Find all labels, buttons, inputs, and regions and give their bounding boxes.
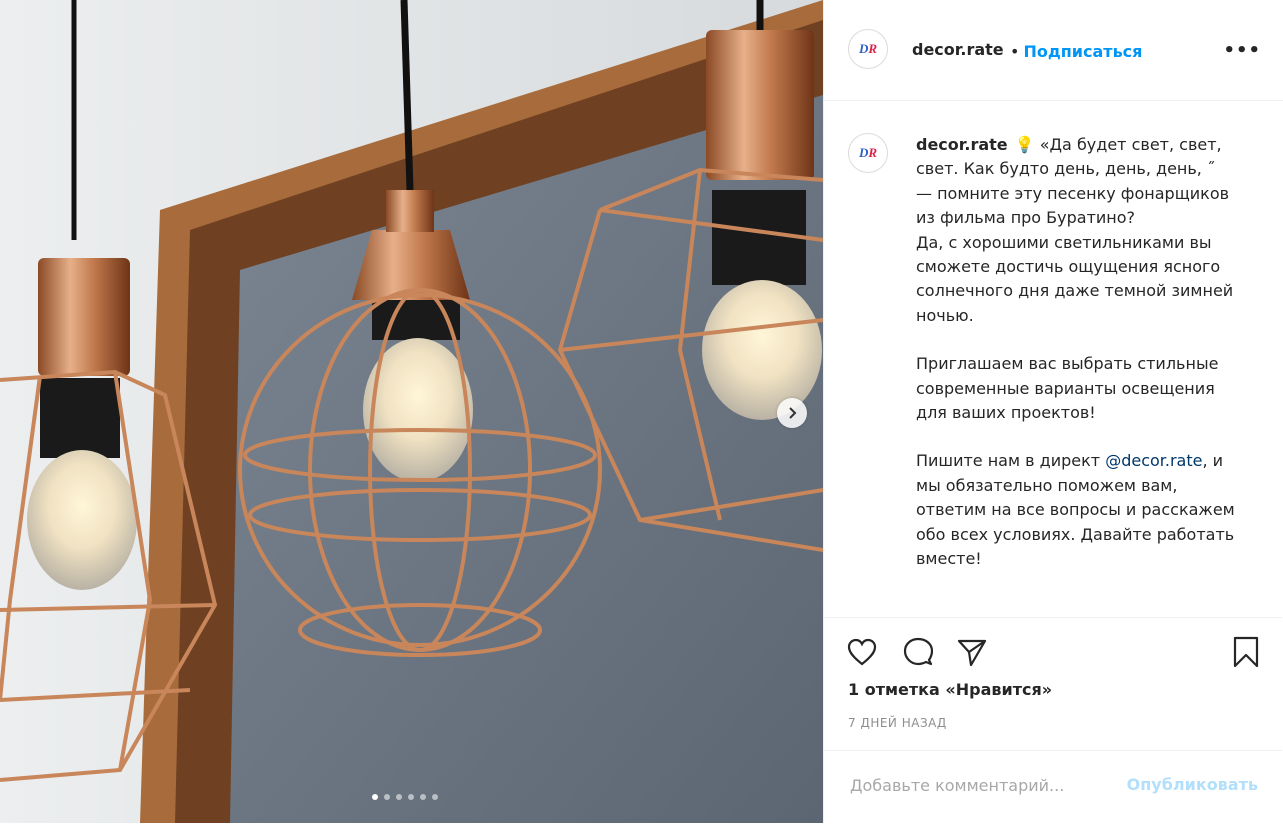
avatar-logo: DR bbox=[858, 145, 878, 160]
caption-username[interactable]: decor.rate bbox=[916, 135, 1008, 154]
avatar[interactable]: DR bbox=[848, 133, 888, 173]
more-options-icon[interactable]: ••• bbox=[1223, 40, 1261, 61]
comment-input[interactable] bbox=[848, 775, 1122, 796]
follow-button[interactable]: • Подписаться bbox=[1010, 42, 1142, 61]
mention-link[interactable]: @decor.rate bbox=[1105, 451, 1202, 470]
post-caption: decor.rate 💡 «Да будет свет, свет, свет.… bbox=[916, 133, 1236, 596]
caption-text: Пишите нам в директ bbox=[916, 451, 1106, 471]
post-actions: 1 отметка «Нравится» 7 дней назад bbox=[824, 617, 1282, 751]
caption-paragraph: decor.rate 💡 «Да будет свет, свет, свет.… bbox=[916, 133, 1236, 328]
caption-text: Приглашаем вас выбрать стильные современ… bbox=[916, 354, 1219, 423]
share-icon bbox=[957, 639, 987, 667]
likes-count[interactable]: 1 отметка «Нравится» bbox=[848, 680, 1052, 699]
carousel-dot bbox=[384, 794, 390, 800]
chevron-right-icon bbox=[789, 407, 797, 419]
lamps-illustration bbox=[0, 0, 823, 823]
publish-button[interactable]: Опубликовать bbox=[1127, 775, 1258, 794]
caption-paragraph: Пишите нам в директ @decor.rate, и мы об… bbox=[916, 449, 1236, 571]
carousel-dot bbox=[432, 794, 438, 800]
share-button[interactable] bbox=[956, 636, 988, 668]
header-username[interactable]: decor.rate bbox=[912, 40, 1004, 59]
carousel-dot-active bbox=[372, 794, 378, 800]
next-slide-button[interactable] bbox=[777, 398, 807, 428]
like-button[interactable] bbox=[846, 636, 878, 668]
post-photo[interactable] bbox=[0, 0, 823, 823]
caption-paragraph: Приглашаем вас выбрать стильные современ… bbox=[916, 352, 1236, 425]
carousel-dot bbox=[396, 794, 402, 800]
comment-icon bbox=[903, 637, 933, 666]
comment-form: Опубликовать bbox=[824, 750, 1282, 824]
caption-area: DR decor.rate 💡 «Да будет свет, свет, св… bbox=[824, 101, 1282, 617]
post-side-panel: DR decor.rate • Подписаться ••• DR decor.… bbox=[823, 0, 1283, 823]
save-button[interactable] bbox=[1230, 636, 1262, 668]
avatar-logo: DR bbox=[858, 41, 878, 56]
post-header: DR decor.rate • Подписаться ••• bbox=[824, 0, 1283, 101]
follow-label: Подписаться bbox=[1023, 42, 1143, 61]
carousel-dot bbox=[408, 794, 414, 800]
avatar[interactable]: DR bbox=[848, 29, 888, 69]
post-timestamp[interactable]: 7 дней назад bbox=[848, 716, 947, 730]
carousel-indicator bbox=[372, 794, 438, 800]
carousel-dot bbox=[420, 794, 426, 800]
bookmark-icon bbox=[1233, 636, 1259, 668]
follow-separator: • bbox=[1010, 42, 1020, 61]
comment-button[interactable] bbox=[902, 636, 934, 668]
heart-icon bbox=[847, 638, 877, 666]
caption-text: Да, с хорошими светильниками вы сможете … bbox=[916, 232, 1234, 325]
